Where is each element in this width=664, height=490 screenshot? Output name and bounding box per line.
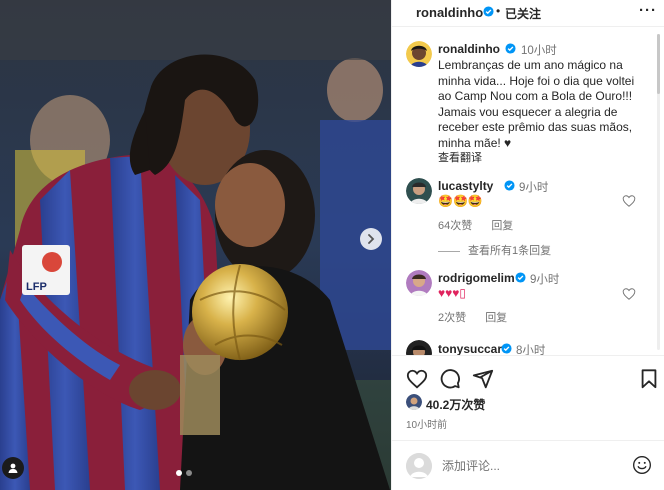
comment-username[interactable]: lucastylty [438,179,493,193]
reply-button[interactable]: 回复 [491,220,513,232]
smiley-icon[interactable] [632,455,652,475]
verified-badge-icon [501,343,512,354]
carousel-dot [176,470,182,476]
commenter-avatar[interactable] [406,340,432,355]
verified-badge-icon [505,43,516,54]
comments-list[interactable]: ronaldinho 10小时 Lembranças de um ano mág… [392,28,664,355]
caption-username[interactable]: ronaldinho [438,42,500,56]
carousel-dot [186,470,192,476]
caption-time: 10小时 [521,45,557,57]
post-timestamp[interactable]: 10小时前 [406,416,447,431]
liker-avatar [406,394,422,410]
reply-button[interactable]: 回复 [485,312,507,324]
tagged-users-button[interactable] [2,457,24,479]
next-photo-button[interactable] [360,228,382,250]
see-translation-button[interactable]: 查看翻译 [438,149,482,165]
send-icon[interactable] [472,368,494,390]
comment-icon[interactable] [439,368,461,390]
comment-meta: 2次赞 回复 [438,309,523,325]
commenter-avatar[interactable] [406,178,432,204]
following-button[interactable]: 已关注 [505,5,541,22]
verified-badge-icon [515,272,526,283]
author-username[interactable]: ronaldinho [416,5,483,20]
view-replies-label: 查看所有1条回复 [468,245,552,257]
bookmark-icon[interactable] [638,368,660,390]
lfp-patch-text: LFP [26,281,47,293]
verified-badge-icon [483,6,494,17]
comment-like-count[interactable]: 64次赞 [438,220,472,232]
heart-icon[interactable] [622,287,636,301]
view-replies-button[interactable]: 查看所有1条回复 [438,242,551,258]
likes-count[interactable]: 40.2万次赞 [426,396,485,413]
add-comment-bar [392,440,664,490]
author-avatar[interactable] [406,41,432,67]
post-header: ronaldinho • 已关注 ··· [392,0,664,27]
comment-time: 9小时 [519,182,549,194]
carousel-indicator [176,470,192,476]
comment-input[interactable] [442,456,622,476]
comment-time: 9小时 [530,274,560,286]
comment-text: ♥♥♥▯ [438,286,466,300]
caption-text: Lembranças de um ano mágico na minha vid… [438,58,635,150]
replies-divider [438,250,460,252]
more-options-button[interactable]: ··· [639,2,657,19]
comments-scrollbar[interactable] [657,34,660,350]
user-tag-icon [8,463,18,473]
verified-badge-icon [504,180,515,191]
photo-image: LFP [0,0,391,490]
comment-text: 🤩🤩🤩 [438,194,483,208]
comment-username[interactable]: rodrigomelim [438,271,515,285]
heart-icon[interactable] [622,194,636,208]
comment-time: 8小时 [516,345,546,355]
post-details-panel: ronaldinho • 已关注 ··· ronaldinho 10小时 Lem… [391,0,664,490]
header-separator: • [496,4,501,18]
chevron-right-icon [368,234,375,244]
commenter-avatar[interactable] [406,270,432,296]
instagram-post-modal: LFP ronaldinho • 已关注 ··· ronaldinho 10小时… [0,0,664,490]
comment-meta: 64次赞 回复 [438,217,529,233]
comment-username[interactable]: tonysuccar [438,342,502,355]
comment-like-count[interactable]: 2次赞 [438,312,466,324]
current-user-avatar [406,453,432,479]
post-photo[interactable]: LFP [0,0,391,490]
heart-icon[interactable] [406,368,428,390]
scrollbar-thumb[interactable] [657,34,660,94]
